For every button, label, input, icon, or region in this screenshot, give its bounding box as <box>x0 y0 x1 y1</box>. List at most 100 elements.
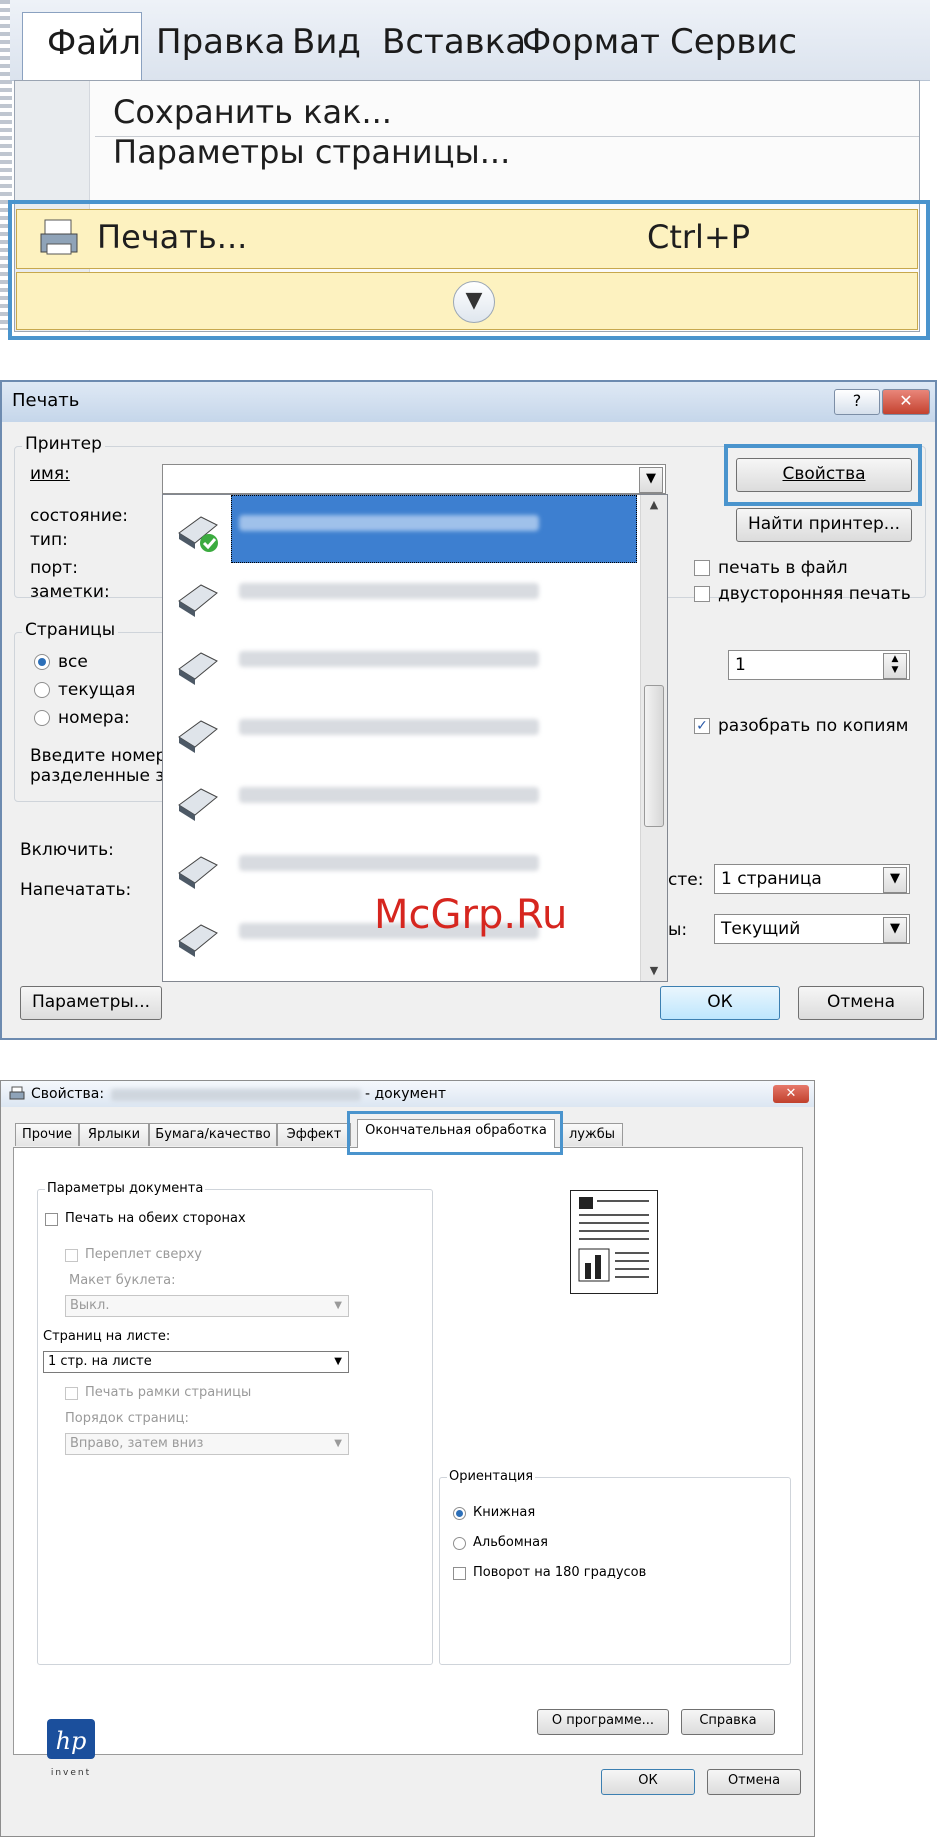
print-to-file-label: печать в файл <box>718 558 848 578</box>
menu-item-save-as[interactable]: Сохранить как... <box>113 93 392 131</box>
scale-select[interactable]: Текущий ▼ <box>714 914 910 944</box>
duplex-label: Печать на обеих сторонах <box>65 1211 246 1226</box>
current-page-radio[interactable] <box>34 682 50 698</box>
pages-per-sheet-select[interactable]: 1 стр. на листе ▼ <box>43 1351 349 1373</box>
booklet-select[interactable]: Выкл. ▼ <box>65 1295 349 1317</box>
printer-name-select[interactable]: ▼ <box>162 464 666 494</box>
tab-services[interactable]: лужбы <box>561 1123 623 1146</box>
scroll-down-icon[interactable]: ▼ <box>641 961 667 981</box>
print-borders-checkbox[interactable] <box>65 1387 78 1400</box>
dialog-title: Печать <box>12 390 80 411</box>
menu-format[interactable]: Формат <box>522 22 660 62</box>
rotate-checkbox[interactable] <box>453 1567 466 1580</box>
printer-list-item[interactable] <box>163 631 637 699</box>
help-button[interactable]: ? <box>834 389 880 415</box>
chevron-down-icon[interactable]: ▼ <box>883 917 907 943</box>
props-titlebar: Свойства: - документ ✕ <box>1 1081 814 1107</box>
tab-effects[interactable]: Эффект <box>277 1123 351 1146</box>
printer-icon <box>178 584 218 617</box>
help-button[interactable]: Справка <box>681 1709 775 1735</box>
close-button[interactable]: ✕ <box>882 389 930 415</box>
duplex-label: двусторонняя печать <box>718 584 911 604</box>
print-highlight <box>8 200 930 340</box>
pages-group-title: Страницы <box>22 620 119 640</box>
scroll-thumb[interactable] <box>644 685 664 827</box>
print-to-file-checkbox[interactable] <box>694 560 710 576</box>
tab-paper-quality[interactable]: Бумага/качество <box>149 1123 277 1146</box>
duplex-checkbox[interactable] <box>694 586 710 602</box>
cancel-button[interactable]: Отмена <box>707 1769 801 1795</box>
hp-logo-text: hp <box>56 1727 87 1755</box>
chevron-down-icon[interactable]: ▼ <box>639 467 663 493</box>
printer-icon <box>178 856 218 889</box>
document-options-title: Параметры документа <box>45 1181 206 1196</box>
page-order-select[interactable]: Вправо, затем вниз ▼ <box>65 1433 349 1455</box>
tab-shortcuts[interactable]: Ярлыки <box>79 1123 149 1146</box>
all-pages-label: все <box>58 652 88 672</box>
printer-name-redacted <box>239 719 539 735</box>
landscape-radio[interactable] <box>453 1537 466 1550</box>
printer-default-icon <box>178 516 218 552</box>
menubar: Файл Правка Вид Вставка Формат Сервис <box>10 0 930 81</box>
chevron-down-icon[interactable]: ▼ <box>883 867 907 893</box>
copies-spinner[interactable]: 1 ▲ ▼ <box>728 650 910 680</box>
finishing-tab-highlight <box>347 1111 563 1155</box>
portrait-radio[interactable] <box>453 1507 466 1520</box>
ok-button[interactable]: ОК <box>601 1769 695 1795</box>
printer-list-item[interactable] <box>163 699 637 767</box>
copies-value: 1 <box>735 655 746 675</box>
scale-value: Текущий <box>721 919 801 939</box>
printer-name-redacted <box>239 583 539 599</box>
printer-name-redacted <box>111 1089 361 1101</box>
watermark: McGrp.Ru <box>374 892 568 938</box>
cancel-button[interactable]: Отмена <box>798 986 924 1020</box>
menu-file[interactable]: Файл <box>22 12 142 80</box>
about-button[interactable]: О программе... <box>537 1709 669 1735</box>
close-button[interactable]: ✕ <box>773 1085 809 1103</box>
binding-top-label: Переплет сверху <box>85 1247 202 1262</box>
printer-list-item[interactable] <box>163 563 637 631</box>
spinner-arrows-icon[interactable]: ▲ ▼ <box>883 653 907 679</box>
hp-logo-sub: invent <box>51 1768 91 1778</box>
all-pages-radio[interactable] <box>34 654 50 670</box>
printer-icon <box>178 924 218 957</box>
port-label: порт: <box>30 558 78 578</box>
properties-dialog: Свойства: - документ ✕ Прочие Ярлыки Бум… <box>0 1080 815 1837</box>
menu-edit[interactable]: Правка <box>156 22 285 62</box>
duplex-checkbox[interactable] <box>45 1213 58 1226</box>
printer-name-redacted <box>239 651 539 667</box>
menu-view[interactable]: Вид <box>292 22 361 62</box>
ok-button[interactable]: ОК <box>660 986 780 1020</box>
chevron-down-icon: ▼ <box>334 1356 342 1367</box>
menu-insert[interactable]: Вставка <box>382 22 526 62</box>
options-button[interactable]: Параметры... <box>20 986 162 1020</box>
collate-checkbox[interactable]: ✓ <box>694 718 710 734</box>
pages-per-sheet-value: 1 страница <box>721 869 822 889</box>
scroll-up-icon[interactable]: ▲ <box>641 495 667 515</box>
menu-tools[interactable]: Сервис <box>670 22 797 62</box>
pages-hint-line1: Введите номер <box>30 746 167 766</box>
page-numbers-radio[interactable] <box>34 710 50 726</box>
print-dialog: Печать ? ✕ Принтер имя: состояние: тип: … <box>0 380 937 1040</box>
menu-item-page-setup[interactable]: Параметры страницы... <box>113 133 510 171</box>
scale-label: ы: <box>668 920 688 940</box>
printer-list-item[interactable] <box>163 495 637 563</box>
print-what-label: Напечатать: <box>20 880 132 900</box>
page-order-value: Вправо, затем вниз <box>70 1436 204 1451</box>
orientation-title: Ориентация <box>447 1469 536 1484</box>
binding-top-checkbox[interactable] <box>65 1249 78 1262</box>
pages-per-sheet-select[interactable]: 1 страница ▼ <box>714 864 910 894</box>
printer-list-item[interactable] <box>163 767 637 835</box>
booklet-value: Выкл. <box>70 1298 110 1313</box>
properties-button[interactable]: Свойства <box>736 458 912 492</box>
find-printer-button[interactable]: Найти принтер... <box>736 508 912 542</box>
printer-icon <box>178 720 218 753</box>
tab-other[interactable]: Прочие <box>15 1123 79 1146</box>
list-scrollbar[interactable]: ▲ ▼ <box>640 495 667 981</box>
booklet-label: Макет буклета: <box>69 1273 176 1288</box>
type-label: тип: <box>30 530 68 550</box>
chevron-down-icon: ▼ <box>334 1438 342 1449</box>
per-sheet-label: сте: <box>668 870 704 890</box>
status-label: состояние: <box>30 506 128 526</box>
include-label: Включить: <box>20 840 114 860</box>
